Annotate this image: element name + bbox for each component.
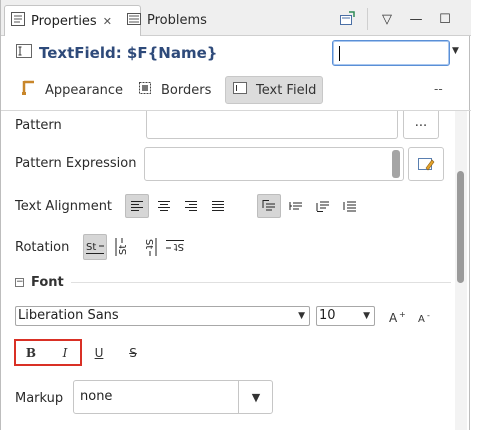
svg-text:St: St (86, 242, 96, 253)
rotation-right-icon: St (143, 238, 157, 256)
svg-text:A: A (418, 314, 425, 324)
svg-text:St: St (174, 241, 184, 252)
align-right-button[interactable] (179, 194, 203, 218)
align-top-button[interactable] (257, 194, 281, 218)
expression-editor-button[interactable] (408, 147, 444, 181)
page-title: TextField: $F{Name} (39, 44, 218, 62)
align-left-icon (131, 201, 143, 211)
strikethrough-button[interactable]: S (121, 343, 145, 363)
textfield-icon (15, 42, 33, 64)
align-top-icon (262, 200, 275, 211)
increase-font-icon: A + (389, 310, 406, 324)
tab-properties-label: Properties (31, 13, 97, 29)
svg-text:St: St (143, 239, 154, 249)
rotation-left-button[interactable]: St (111, 234, 135, 260)
properties-view: Properties ✕ Problems ▽ — ☐ TextField: $… (0, 0, 471, 430)
tab-borders[interactable]: Borders (137, 76, 211, 104)
markup-value: none (80, 389, 113, 404)
rotation-label: Rotation (15, 240, 70, 255)
font-name-dropdown-icon: ▼ (298, 311, 305, 321)
close-icon[interactable]: ✕ (103, 15, 112, 28)
chevron-down-icon: ▼ (251, 390, 261, 404)
pattern-expression-label: Pattern Expression (15, 156, 137, 171)
rotation-none-button[interactable]: St (83, 234, 107, 260)
tab-text-field[interactable]: Text Field (225, 76, 324, 104)
font-name-select[interactable]: Liberation Sans ▼ (15, 306, 310, 326)
text-caret (339, 46, 340, 61)
markup-combo[interactable]: none ▼ (73, 380, 273, 414)
align-bottom-icon (316, 201, 329, 212)
align-justify-button[interactable] (206, 194, 230, 218)
rotation-upside-down-icon: St (166, 240, 184, 252)
element-title: TextField: $F{Name} (15, 42, 217, 64)
pattern-expression-scrollbar[interactable] (392, 150, 400, 178)
font-size-select[interactable]: 10 ▼ (316, 306, 375, 326)
rotation-right-button[interactable]: St (137, 234, 161, 260)
rotation-none-icon: St (86, 242, 104, 254)
borders-icon (137, 80, 153, 100)
toolbar-separator (367, 8, 368, 30)
markup-label: Markup (15, 391, 64, 406)
font-size-dropdown-icon: ▼ (363, 311, 370, 321)
pattern-browse-button[interactable]: ... (403, 111, 439, 139)
scrollbar-thumb[interactable] (457, 171, 464, 283)
align-justify-vertical-button[interactable] (338, 194, 362, 218)
vertical-scrollbar[interactable] (455, 111, 467, 430)
properties-header: TextField: $F{Name} ▼ (1, 36, 471, 68)
svg-text:St: St (118, 245, 129, 255)
svg-text:+: + (399, 310, 406, 319)
problems-icon (126, 11, 142, 31)
underline-button[interactable]: U (87, 343, 111, 363)
align-middle-icon (289, 202, 302, 210)
overflow-indicator[interactable]: -- (434, 82, 443, 96)
markup-dropdown-button[interactable]: ▼ (238, 381, 273, 413)
align-middle-button[interactable] (284, 194, 308, 218)
view-tab-bar: Properties ✕ Problems ▽ — ☐ (1, 0, 471, 36)
minimize-icon[interactable]: — (406, 9, 426, 29)
tab-properties[interactable]: Properties ✕ (4, 5, 141, 36)
section-tabs: Appearance Borders Text Field -- (1, 72, 471, 108)
decrease-font-icon: A- (418, 311, 430, 324)
expression-editor-icon (418, 158, 435, 171)
text-alignment-label: Text Alignment (15, 199, 113, 214)
dropdown-arrow-icon[interactable]: ▼ (452, 46, 459, 56)
align-justify-icon (212, 201, 224, 211)
rotation-upside-down-button[interactable]: St (163, 234, 187, 260)
pin-view-icon[interactable] (337, 9, 357, 29)
increase-font-size-button[interactable]: A + (386, 305, 410, 329)
align-left-button[interactable] (125, 194, 149, 218)
align-center-icon (158, 201, 170, 211)
align-justify-vertical-icon (343, 201, 356, 212)
tab-problems[interactable]: Problems (124, 5, 207, 36)
collapse-icon[interactable]: − (15, 278, 24, 287)
properties-icon (10, 11, 26, 31)
font-section-header[interactable]: − Font (15, 275, 64, 290)
pattern-field[interactable] (146, 111, 398, 139)
font-section-divider (71, 282, 451, 283)
align-bottom-button[interactable] (311, 194, 335, 218)
decrease-font-size-button[interactable]: A- (414, 305, 438, 329)
align-center-button[interactable] (152, 194, 176, 218)
rotation-left-icon: St (115, 238, 129, 256)
tab-appearance[interactable]: Appearance (19, 76, 123, 104)
text-field-icon (232, 80, 248, 100)
maximize-icon[interactable]: ☐ (435, 9, 455, 29)
svg-text:-: - (427, 311, 430, 320)
svg-text:A: A (389, 311, 398, 324)
pattern-expression-field[interactable] (144, 147, 404, 181)
tab-problems-label: Problems (147, 13, 207, 28)
align-right-icon (185, 201, 197, 211)
view-menu-icon[interactable]: ▽ (377, 9, 397, 29)
pattern-label: Pattern (15, 118, 62, 133)
italic-button[interactable]: I (53, 343, 77, 363)
bold-button[interactable]: B (19, 343, 43, 363)
element-selector-combo[interactable]: ▼ (332, 40, 464, 66)
appearance-icon (19, 79, 37, 101)
text-field-properties-panel: Pattern ... Pattern Expression Text Alig… (1, 111, 453, 430)
font-section-title: Font (31, 275, 64, 290)
element-selector-input[interactable] (332, 40, 450, 66)
